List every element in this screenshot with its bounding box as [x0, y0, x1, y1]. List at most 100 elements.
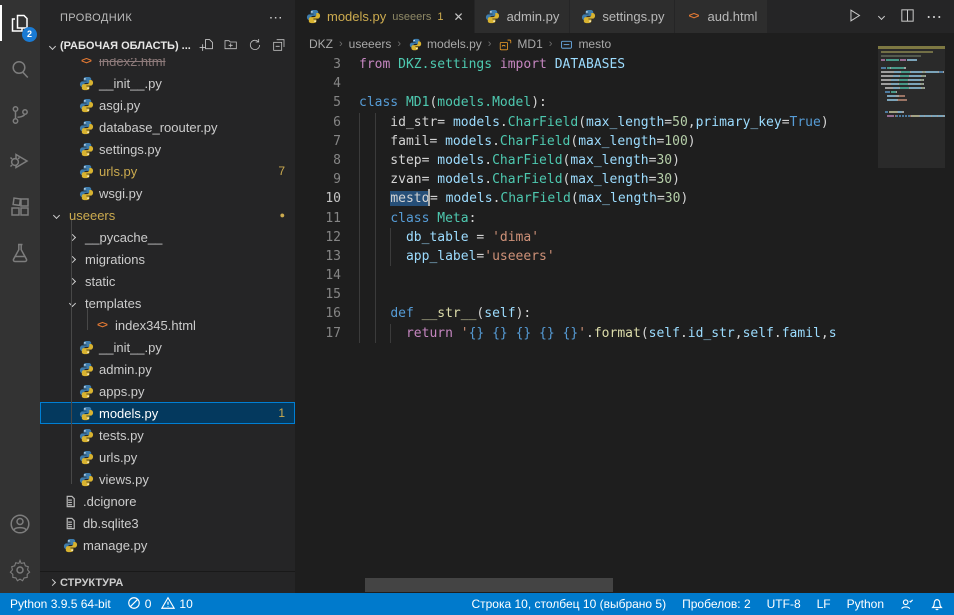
- tree-item-apps.py[interactable]: apps.py: [40, 380, 295, 402]
- activity-bar: 2: [0, 0, 40, 593]
- collapse-all-icon[interactable]: [271, 37, 287, 56]
- tree-item-database_roouter.py[interactable]: database_roouter.py: [40, 116, 295, 138]
- activity-explorer-icon[interactable]: 2: [0, 0, 40, 46]
- tree-item-manage.py[interactable]: manage.py: [40, 534, 295, 556]
- tree-item-index345.html[interactable]: <>index345.html: [40, 314, 295, 336]
- tab-aud.html[interactable]: <>aud.html: [675, 0, 768, 33]
- minimap-slider[interactable]: [878, 46, 945, 168]
- code-token: [390, 57, 398, 72]
- code-token: 30: [665, 191, 681, 206]
- tree-item-asgi.py[interactable]: asgi.py: [40, 94, 295, 116]
- code-token: def: [390, 306, 413, 321]
- code-line-16: 16 def __str__(self):: [295, 304, 954, 323]
- activity-search-icon[interactable]: [0, 46, 40, 92]
- status-eol[interactable]: LF: [817, 597, 831, 611]
- breadcrumb-item-DKZ[interactable]: DKZ: [309, 37, 333, 51]
- new-folder-icon[interactable]: [223, 37, 239, 56]
- code-token: famil: [359, 134, 429, 149]
- status-notifications[interactable]: [930, 597, 944, 611]
- code-line-text: app_label='useeers': [359, 247, 555, 266]
- code-token: CharField: [500, 134, 570, 149]
- file-icon: [62, 515, 78, 531]
- code-token: (: [641, 326, 649, 341]
- indent-guide: [359, 266, 360, 285]
- activity-source-control-icon[interactable]: [0, 92, 40, 138]
- activity-settings-icon[interactable]: [0, 547, 40, 593]
- activity-run-debug-icon[interactable]: [0, 138, 40, 184]
- outline-section-header[interactable]: СТРУКТУРА: [40, 571, 295, 593]
- tree-item-tests.py[interactable]: tests.py: [40, 424, 295, 446]
- tree-item-__init__.py[interactable]: __init__.py: [40, 336, 295, 358]
- tab-directory-hint: useeers: [392, 11, 431, 23]
- status-problems[interactable]: 010: [127, 596, 193, 613]
- code-token: {}: [469, 326, 485, 341]
- code-token: 30: [656, 172, 672, 187]
- tree-item-wsgi.py[interactable]: wsgi.py: [40, 182, 295, 204]
- chevron-down-icon: [48, 213, 64, 218]
- status-cursor-position[interactable]: Строка 10, столбец 10 (выбрано 5): [471, 597, 666, 611]
- more-actions-icon[interactable]: ⋯: [926, 7, 942, 27]
- python-icon: [78, 97, 94, 113]
- tree-item-admin.py[interactable]: admin.py: [40, 358, 295, 380]
- tree-item-urls.py[interactable]: urls.py: [40, 446, 295, 468]
- workspace-section-header[interactable]: (РАБОЧАЯ ОБЛАСТЬ) ...: [40, 35, 295, 57]
- indent-guide: [375, 189, 376, 208]
- tree-item-db.sqlite3[interactable]: db.sqlite3: [40, 512, 295, 534]
- indent-guide: [375, 304, 376, 323]
- horizontal-scrollbar[interactable]: [365, 578, 613, 592]
- views-more-icon[interactable]: ⋯: [269, 9, 283, 26]
- tree-item-.dcignore[interactable]: .dcignore: [40, 490, 295, 512]
- status-python-version[interactable]: Python 3.9.5 64-bit: [10, 597, 111, 611]
- tree-item-__init__.py[interactable]: __init__.py: [40, 72, 295, 94]
- code-token: models: [446, 191, 493, 206]
- run-python-file-icon[interactable]: [846, 7, 863, 27]
- breadcrumb-item-useeers[interactable]: useeers: [349, 37, 392, 51]
- tab-settings.py[interactable]: settings.py: [570, 0, 675, 33]
- tree-item-migrations[interactable]: migrations: [40, 248, 295, 270]
- code-editor[interactable]: 3from DKZ.settings import DATABASES4 5cl…: [295, 55, 954, 593]
- tree-item-__pycache__[interactable]: __pycache__: [40, 226, 295, 248]
- line-number: 15: [295, 285, 341, 304]
- tab-admin.py[interactable]: admin.py: [475, 0, 571, 33]
- indent-guide: [375, 324, 376, 343]
- status-encoding[interactable]: UTF-8: [767, 597, 801, 611]
- tree-item-index2.html[interactable]: <>index2.html: [40, 58, 295, 72]
- tree-item-views.py[interactable]: views.py: [40, 468, 295, 490]
- code-token: zvan: [359, 172, 422, 187]
- activity-extensions-icon[interactable]: [0, 184, 40, 230]
- status-indentation[interactable]: Пробелов: 2: [682, 597, 751, 611]
- new-file-icon[interactable]: [199, 37, 215, 56]
- breadcrumb-item-mesto[interactable]: mesto: [558, 36, 611, 52]
- close-icon[interactable]: ✕: [454, 10, 464, 24]
- chevron-down-icon[interactable]: [873, 14, 889, 19]
- tree-item-useeers[interactable]: useeers●: [40, 204, 295, 226]
- code-token: True: [790, 115, 821, 130]
- explorer-sidebar: ПРОВОДНИК ⋯ (РАБОЧАЯ ОБЛАСТЬ) ... <>inde…: [40, 0, 295, 593]
- tree-item-templates[interactable]: templates: [40, 292, 295, 314]
- line-number: 10: [295, 189, 341, 208]
- line-number: 3: [295, 55, 341, 74]
- tree-item-static[interactable]: static: [40, 270, 295, 292]
- code-token: 100: [664, 134, 687, 149]
- activity-testing-icon[interactable]: [0, 230, 40, 276]
- status-language-mode[interactable]: Python: [847, 597, 884, 611]
- minimap[interactable]: [878, 46, 945, 306]
- code-token: {}: [563, 326, 579, 341]
- breadcrumb-item-models.py[interactable]: models.py: [407, 36, 482, 52]
- code-token: [508, 326, 516, 341]
- refresh-icon[interactable]: [247, 37, 263, 56]
- tree-item-settings.py[interactable]: settings.py: [40, 138, 295, 160]
- split-editor-icon[interactable]: [899, 7, 916, 27]
- code-line-text: zvan= models.CharField(max_length=30): [359, 170, 680, 189]
- tab-models.py[interactable]: models.pyuseeers1✕: [295, 0, 475, 33]
- tree-item-label: apps.py: [99, 384, 145, 399]
- tree-item-models.py[interactable]: models.py1: [40, 402, 295, 424]
- activity-account-icon[interactable]: [0, 501, 40, 547]
- tab-label: models.py: [327, 9, 386, 24]
- code-token: [359, 230, 406, 245]
- breadcrumb-item-MD1[interactable]: MD1: [497, 36, 542, 52]
- tree-item-urls.py[interactable]: urls.py7: [40, 160, 295, 182]
- status-feedback[interactable]: [900, 597, 914, 611]
- code-line-4: 4: [295, 74, 954, 93]
- problems-badge: ●: [280, 210, 285, 220]
